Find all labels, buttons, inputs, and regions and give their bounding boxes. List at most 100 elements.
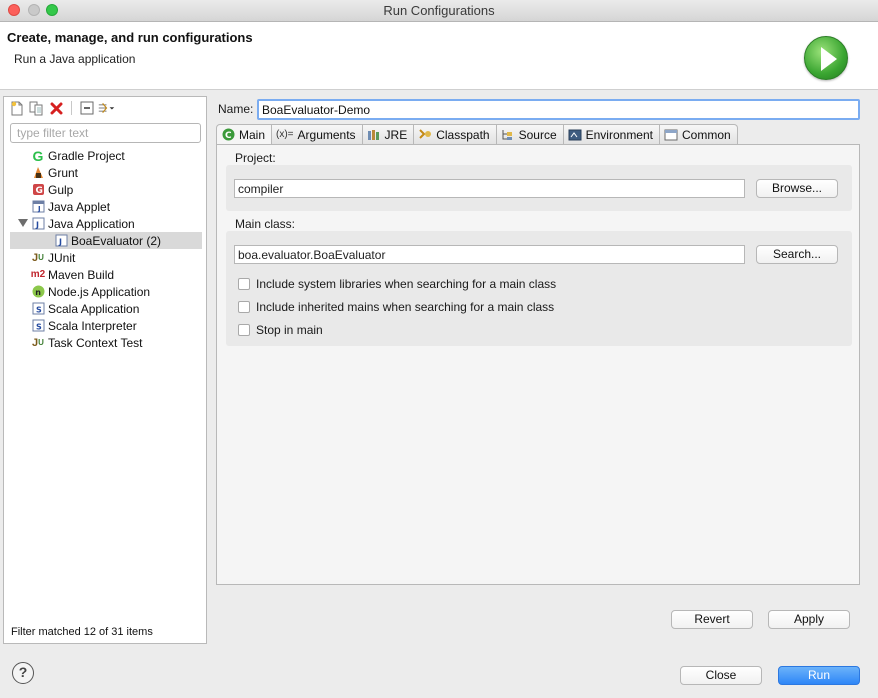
left-toolbar	[8, 99, 115, 117]
svg-text:S: S	[36, 323, 42, 332]
filter-status: Filter matched 12 of 31 items	[11, 626, 153, 638]
tab-main[interactable]: C Main	[216, 124, 273, 145]
tree-item-scala-application[interactable]: S Scala Application	[4, 300, 206, 317]
stop-in-main-checkbox[interactable]	[238, 324, 250, 336]
tree-item-label: Gradle Project	[48, 148, 125, 163]
filter-input[interactable]	[10, 123, 201, 143]
tree-item-maven-build[interactable]: m2 Maven Build	[4, 266, 206, 283]
tree-item-java-applet[interactable]: J Java Applet	[4, 198, 206, 215]
project-field[interactable]	[234, 179, 745, 198]
tab-label: Classpath	[436, 127, 490, 142]
java-application-icon: J	[31, 217, 45, 230]
svg-text:n: n	[35, 288, 41, 297]
main-class-label: Main class:	[235, 217, 296, 231]
include-system-libraries-checkbox[interactable]	[238, 278, 250, 290]
window-title: Run Configurations	[383, 3, 495, 18]
run-button[interactable]: Run	[778, 666, 860, 685]
apply-button[interactable]: Apply	[768, 610, 850, 629]
tab-classpath[interactable]: Classpath	[414, 124, 497, 145]
svg-text:G: G	[35, 186, 42, 196]
tree-item-label: Node.js Application	[48, 284, 151, 299]
tab-label: Environment	[585, 127, 653, 142]
tree-item-scala-interpreter[interactable]: S Scala Interpreter	[4, 317, 206, 334]
tab-jre[interactable]: JRE	[362, 124, 415, 145]
java-applet-icon: J	[31, 200, 45, 213]
tab-environment[interactable]: Environment	[563, 124, 660, 145]
tab-label: Source	[518, 127, 557, 142]
help-icon[interactable]: ?	[12, 662, 34, 684]
scala-icon: S	[31, 319, 45, 332]
tab-label: Main	[239, 127, 266, 142]
tree-item-label: Java Application	[48, 216, 135, 231]
checkbox-label: Include system libraries when searching …	[256, 277, 557, 291]
tree-item-junit[interactable]: JU JUnit	[4, 249, 206, 266]
search-button[interactable]: Search...	[756, 245, 838, 264]
tab-source[interactable]: Source	[496, 124, 564, 145]
main-tab-icon: C	[221, 128, 235, 141]
nodejs-icon: n	[31, 285, 45, 298]
classpath-icon	[418, 128, 432, 141]
tree-item-label: Scala Application	[48, 301, 140, 316]
gulp-icon: G	[31, 183, 45, 196]
revert-button[interactable]: Revert	[671, 610, 753, 629]
include-inherited-mains-checkbox-row[interactable]: Include inherited mains when searching f…	[238, 300, 554, 314]
svg-text:J: J	[58, 238, 62, 247]
header-title: Create, manage, and run configurations	[7, 30, 253, 45]
filter-icon[interactable]	[98, 100, 115, 116]
duplicate-icon[interactable]	[28, 100, 45, 116]
name-field[interactable]	[257, 99, 860, 120]
toolbar-separator	[71, 101, 72, 115]
tree-item-label: JUnit	[48, 250, 76, 265]
tree-item-label: Task Context Test	[48, 335, 143, 350]
maven-icon: m2	[30, 269, 46, 280]
tree-item-task-context-test[interactable]: JU Task Context Test	[4, 334, 206, 351]
svg-text:S: S	[36, 306, 42, 315]
browse-button[interactable]: Browse...	[756, 179, 838, 198]
svg-text:C: C	[225, 131, 232, 141]
run-icon	[804, 36, 848, 80]
new-launch-config-icon[interactable]	[8, 100, 25, 116]
launch-config-panel: G Gradle Project Grunt G Gulp J Java App…	[3, 96, 207, 644]
checkbox-label: Stop in main	[256, 323, 323, 337]
disclosure-triangle-icon[interactable]	[18, 219, 28, 227]
tree-item-label: Gulp	[48, 182, 74, 197]
task-context-icon: JU	[32, 336, 44, 349]
tree-item-label: Scala Interpreter	[48, 318, 137, 333]
header-description: Run a Java application	[14, 52, 136, 66]
tab-label: Arguments	[297, 127, 356, 142]
project-label: Project:	[235, 151, 276, 165]
tab-common[interactable]: Common	[660, 124, 738, 145]
tree-item-gulp[interactable]: G Gulp	[4, 181, 206, 198]
tab-label: Common	[682, 127, 731, 142]
svg-text:J: J	[35, 221, 39, 230]
checkbox-label: Include inherited mains when searching f…	[256, 300, 555, 314]
tree-item-boaevaluator[interactable]: J BoaEvaluator (2)	[10, 232, 202, 249]
scala-icon: S	[31, 302, 45, 315]
main-class-group: Search... Include system libraries when …	[226, 231, 852, 346]
arguments-icon: (x)=	[276, 129, 294, 140]
close-button[interactable]: Close	[680, 666, 762, 685]
name-label: Name:	[218, 102, 254, 116]
main-class-field[interactable]	[234, 245, 745, 264]
tree-item-label: Maven Build	[48, 267, 115, 282]
config-tabs: C Main (x)= Arguments JRE Classpath Sour…	[216, 124, 860, 145]
tree-item-label: Grunt	[48, 165, 79, 180]
stop-in-main-checkbox-row[interactable]: Stop in main	[238, 323, 323, 337]
gradle-icon: G	[32, 147, 44, 164]
collapse-all-icon[interactable]	[78, 100, 95, 116]
grunt-icon	[31, 166, 45, 179]
common-icon	[664, 128, 678, 141]
jre-icon	[367, 128, 381, 141]
delete-icon[interactable]	[48, 100, 65, 116]
tree-item-java-application[interactable]: J Java Application	[4, 215, 206, 232]
title-bar: Run Configurations	[0, 0, 878, 22]
junit-icon: JU	[32, 251, 44, 264]
tab-label: JRE	[384, 127, 408, 142]
include-inherited-mains-checkbox[interactable]	[238, 301, 250, 313]
tab-arguments[interactable]: (x)= Arguments	[272, 124, 363, 145]
tree-item-grunt[interactable]: Grunt	[4, 164, 206, 181]
include-system-libraries-checkbox-row[interactable]: Include system libraries when searching …	[238, 277, 556, 291]
source-icon	[501, 128, 515, 141]
tree-item-nodejs-application[interactable]: n Node.js Application	[4, 283, 206, 300]
tree-item-gradle-project[interactable]: G Gradle Project	[4, 147, 206, 164]
